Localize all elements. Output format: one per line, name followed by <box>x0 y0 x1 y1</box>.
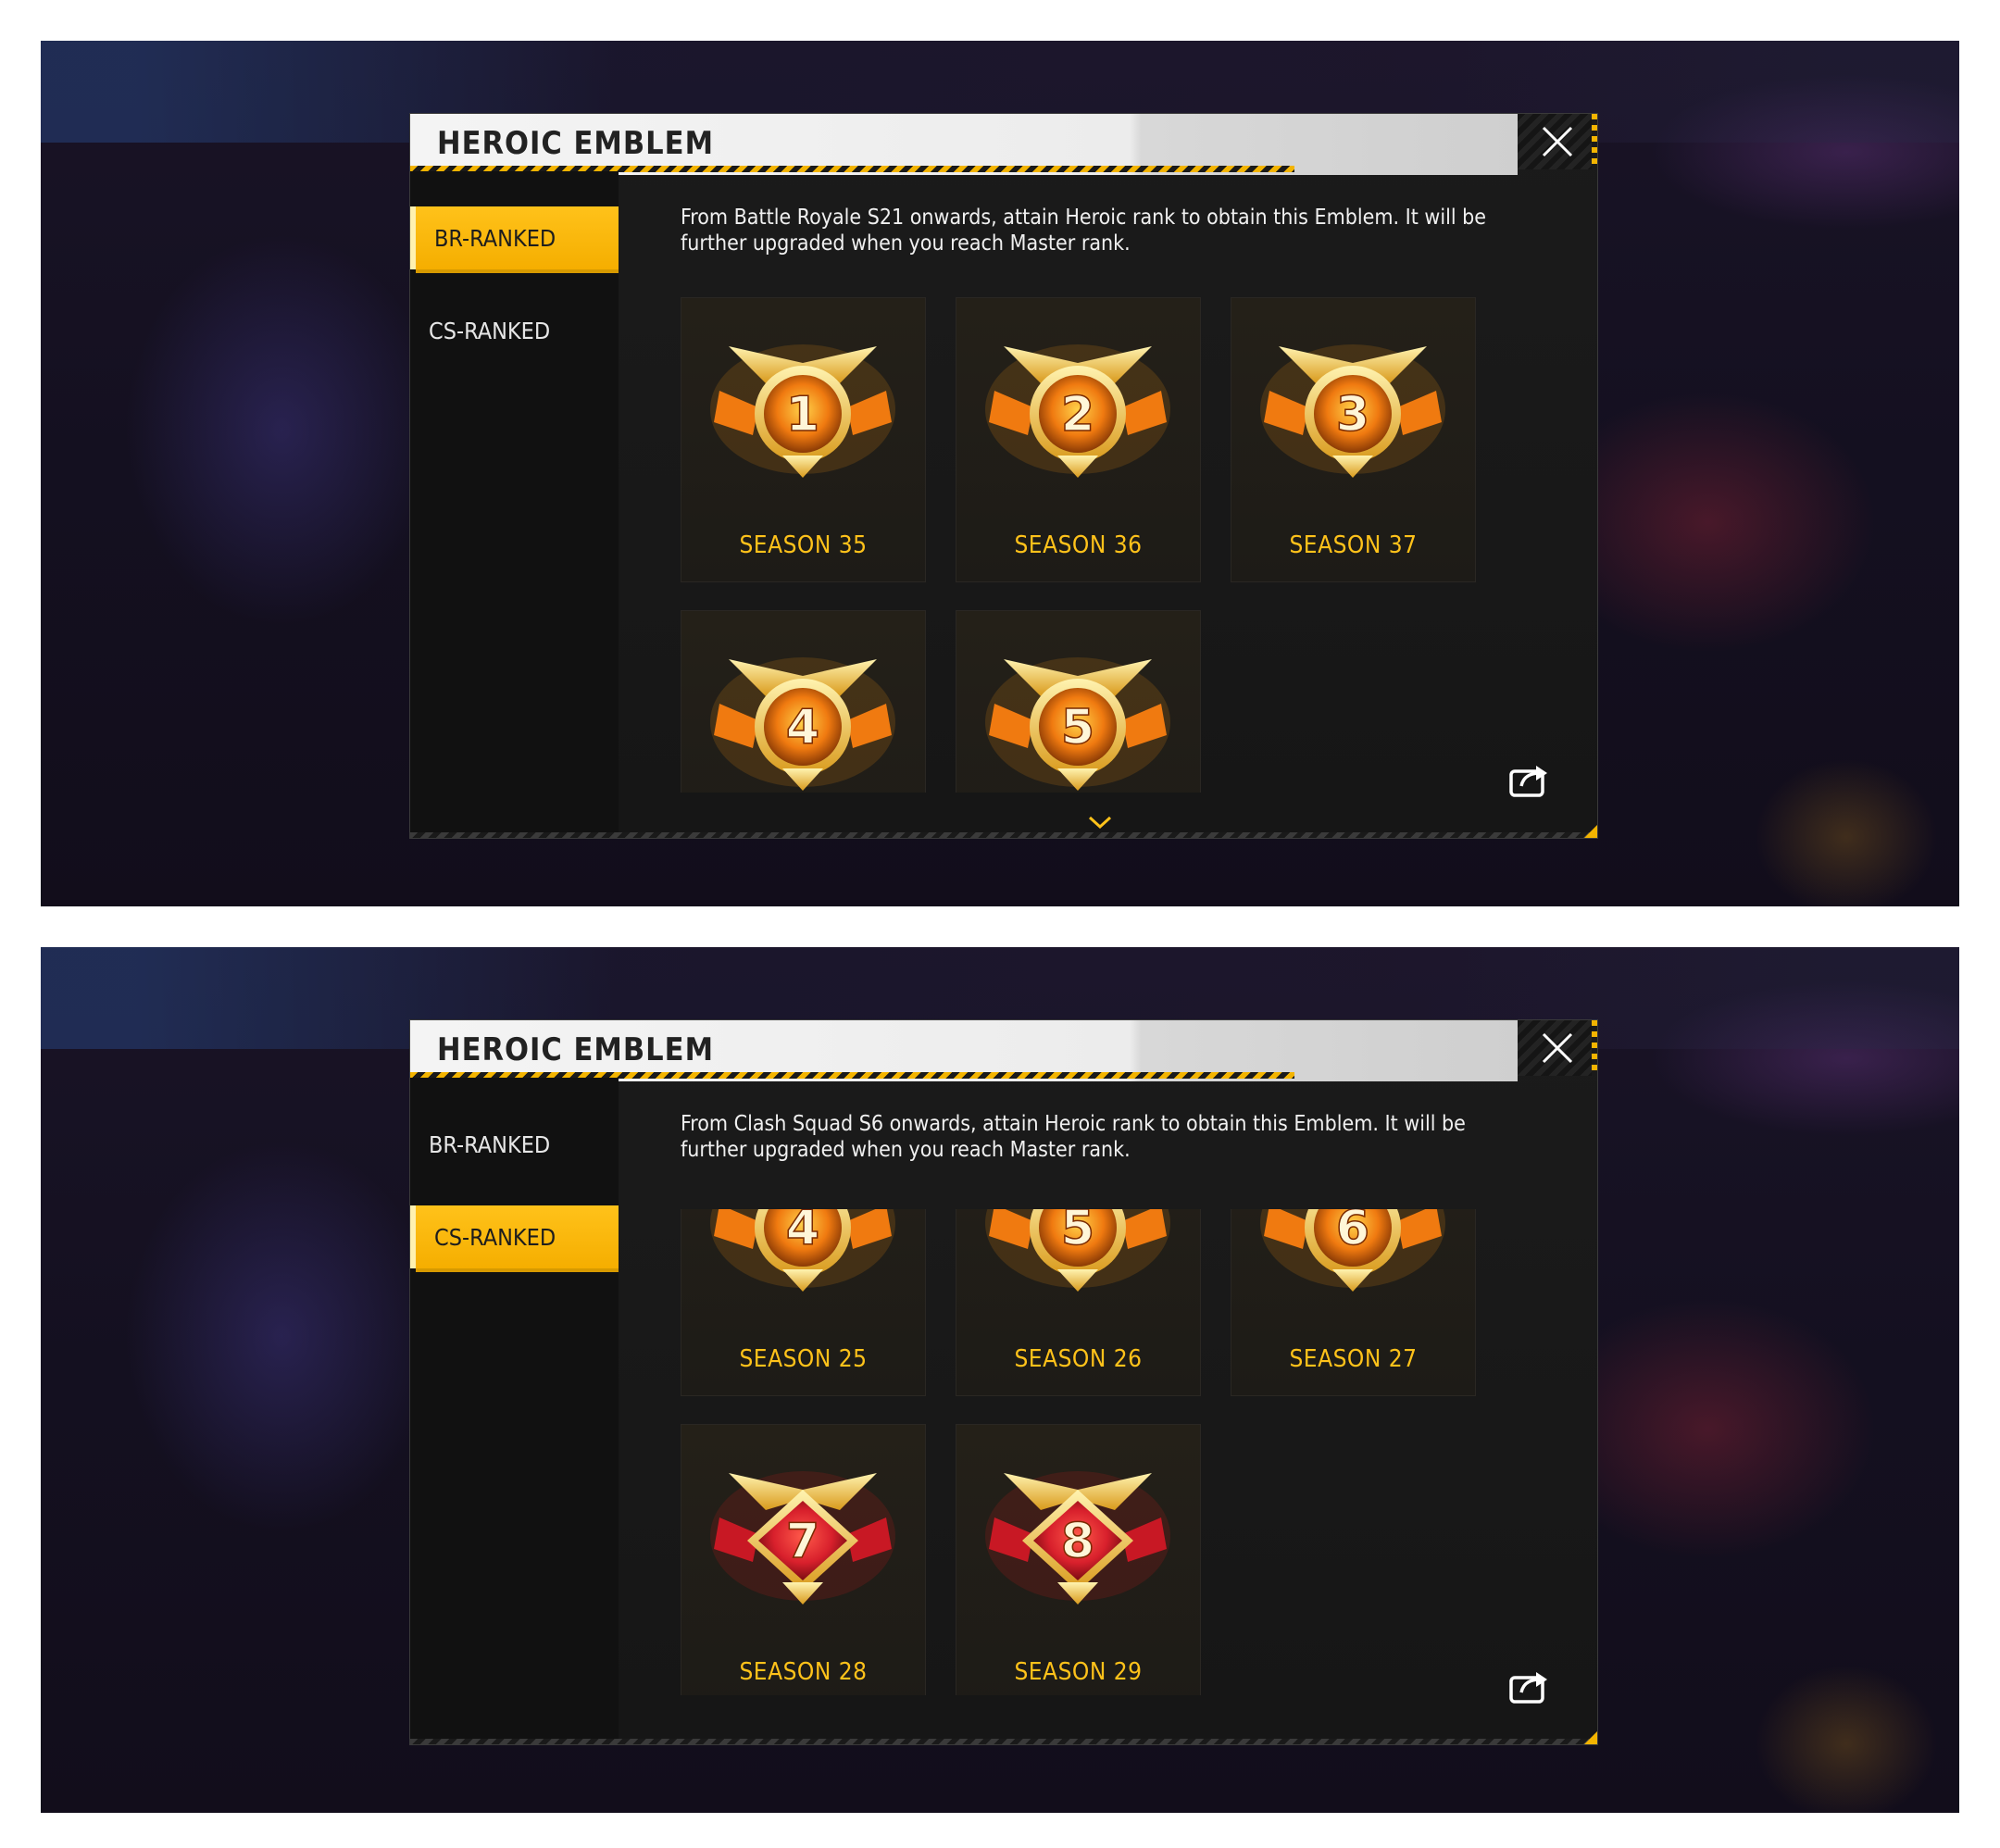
emblem-card[interactable]: 5 SEASON 26 <box>956 1209 1201 1396</box>
emblem-badge-icon: 3 <box>1260 344 1445 478</box>
emblem-description: From Clash Squad S6 onwards, attain Hero… <box>681 1112 1466 1162</box>
emblem-number: 2 <box>1061 387 1094 443</box>
emblem-card[interactable]: 7 SEASON 28 <box>681 1424 926 1695</box>
emblem-number: 8 <box>1061 1514 1094 1569</box>
corner-accent <box>1584 1731 1597 1744</box>
emblem-card[interactable]: 3 SEASON 37 <box>1231 297 1476 582</box>
corner-accent <box>1584 825 1597 838</box>
tab-cs-ranked[interactable]: CS-RANKED <box>410 1205 619 1272</box>
emblem-number: 1 <box>786 387 819 443</box>
emblem-card[interactable]: 4 <box>681 610 926 793</box>
emblem-badge-icon: 4 <box>710 1209 895 1292</box>
tab-label: BR-RANKED <box>429 1130 551 1158</box>
close-icon <box>1542 126 1573 157</box>
emblem-season-label: SEASON 25 <box>739 1345 868 1373</box>
heroic-emblem-dialog: HEROIC EMBLEM BR-RANKED CS-RANKED From B… <box>409 113 1598 839</box>
emblem-season-label: SEASON 26 <box>1014 1345 1143 1373</box>
emblem-card[interactable]: 4 SEASON 25 <box>681 1209 926 1396</box>
emblem-grid: 1 SEASON 35 2 SEASON 36 3 SEASON 37 4 5 <box>681 297 1519 793</box>
dialog-title: HEROIC EMBLEM <box>437 125 715 162</box>
tab-br-ranked[interactable]: BR-RANKED <box>410 206 619 273</box>
emblem-card[interactable]: 1 SEASON 35 <box>681 297 926 582</box>
close-icon <box>1542 1032 1573 1064</box>
tab-cs-ranked[interactable]: CS-RANKED <box>410 299 619 362</box>
emblem-card[interactable]: 5 <box>956 610 1201 793</box>
emblem-season-label: SEASON 27 <box>1289 1345 1418 1373</box>
emblem-number: 5 <box>1061 700 1094 755</box>
tab-label: CS-RANKED <box>434 1223 556 1251</box>
emblem-season-label: SEASON 29 <box>1014 1658 1143 1686</box>
emblem-season-label: SEASON 28 <box>739 1658 868 1686</box>
emblem-number: 7 <box>786 1514 819 1569</box>
emblem-badge-icon: 5 <box>985 1209 1170 1292</box>
emblem-badge-icon: 7 <box>710 1471 895 1605</box>
emblem-number: 3 <box>1336 387 1369 443</box>
close-button[interactable] <box>1518 114 1597 169</box>
emblem-badge-icon: 8 <box>985 1471 1170 1605</box>
emblem-number: 4 <box>786 1209 819 1256</box>
dialog-bottom-bar <box>410 832 1597 838</box>
emblem-badge-icon: 4 <box>710 657 895 791</box>
screenshot-br-ranked: HEROIC EMBLEM BR-RANKED CS-RANKED From B… <box>41 41 1959 906</box>
emblem-card[interactable]: 6 SEASON 27 <box>1231 1209 1476 1396</box>
emblem-number: 5 <box>1061 1209 1094 1256</box>
tab-label: BR-RANKED <box>434 224 556 252</box>
emblem-number: 6 <box>1336 1209 1369 1256</box>
emblem-card[interactable]: 2 SEASON 36 <box>956 297 1201 582</box>
emblem-season-label: SEASON 36 <box>1014 531 1143 559</box>
emblem-description: From Battle Royale S21 onwards, attain H… <box>681 206 1487 256</box>
heroic-emblem-dialog: HEROIC EMBLEM BR-RANKED CS-RANKED From C… <box>409 1019 1598 1745</box>
emblem-badge-icon: 1 <box>710 344 895 478</box>
emblem-number: 4 <box>786 700 819 755</box>
emblem-badge-icon: 6 <box>1260 1209 1445 1292</box>
emblem-season-label: SEASON 35 <box>739 531 868 559</box>
sidebar: BR-RANKED CS-RANKED <box>410 171 619 838</box>
share-icon[interactable] <box>1508 762 1549 799</box>
screenshot-cs-ranked: HEROIC EMBLEM BR-RANKED CS-RANKED From C… <box>41 947 1959 1813</box>
tab-br-ranked[interactable]: BR-RANKED <box>410 1113 619 1176</box>
emblem-season-label: SEASON 37 <box>1289 531 1418 559</box>
share-icon[interactable] <box>1508 1668 1549 1705</box>
emblem-badge-icon: 5 <box>985 657 1170 791</box>
dialog-title: HEROIC EMBLEM <box>437 1031 715 1068</box>
chevron-down-icon[interactable] <box>1086 814 1114 830</box>
emblem-badge-icon: 2 <box>985 344 1170 478</box>
emblem-card[interactable]: 8 SEASON 29 <box>956 1424 1201 1695</box>
tab-label: CS-RANKED <box>429 317 551 344</box>
dialog-bottom-bar <box>410 1739 1597 1744</box>
close-button[interactable] <box>1518 1020 1597 1076</box>
sidebar: BR-RANKED CS-RANKED <box>410 1078 619 1744</box>
emblem-grid: 4 SEASON 25 5 SEASON 26 6 SEASON 27 7 SE… <box>681 1209 1519 1695</box>
